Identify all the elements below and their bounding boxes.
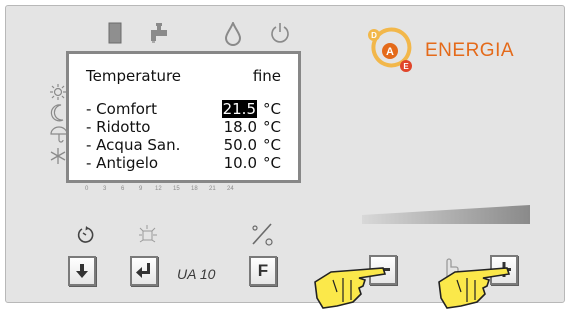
snowflake-icon <box>50 148 66 164</box>
sun-icon <box>50 84 66 100</box>
setpoint-label: - Ridotto <box>86 118 151 136</box>
time-tick: 12 <box>155 186 162 192</box>
setpoint-unit: °C <box>263 118 281 136</box>
time-tick: 21 <box>209 186 216 192</box>
pointing-hand-icon <box>438 267 511 309</box>
arrow-down-icon <box>76 264 88 278</box>
svg-text:A: A <box>386 46 394 58</box>
timer-icon <box>77 226 94 243</box>
down-button[interactable] <box>68 256 96 286</box>
enter-button[interactable] <box>130 256 158 286</box>
level-ramp <box>362 205 530 224</box>
moon-icon <box>50 104 64 122</box>
setpoint-label: - Acqua San. <box>86 136 181 154</box>
water-drop-icon <box>224 22 242 46</box>
time-tick: 24 <box>227 186 234 192</box>
logo-text: ENERGIA <box>425 40 515 61</box>
setpoint-label: - Comfort <box>86 100 157 118</box>
light-icon <box>139 225 157 243</box>
pointing-hand-icon <box>314 267 387 309</box>
time-tick: 15 <box>173 186 180 192</box>
time-tick: 18 <box>191 186 198 192</box>
display-status: fine <box>252 67 281 85</box>
power-icon <box>271 23 289 43</box>
svg-text:E: E <box>403 62 409 71</box>
time-tick: 3 <box>103 186 107 192</box>
setpoint-unit: °C <box>263 100 281 118</box>
enter-icon <box>136 263 150 278</box>
lcd-display: Temperature fine - Comfort 21.5 °C - Rid… <box>66 51 301 183</box>
time-tick: 9 <box>139 186 143 192</box>
setpoint-value: 50.0 <box>223 136 257 154</box>
function-button[interactable]: F <box>249 256 277 286</box>
f-key-label: F <box>257 261 269 280</box>
setpoint-unit: °C <box>263 154 281 172</box>
energia-logo: D A E <box>368 27 412 72</box>
setpoint-value-selected: 21.5 <box>221 100 257 118</box>
faucet-icon <box>151 23 167 43</box>
percent-settings-icon <box>252 223 273 246</box>
setpoint-value: 10.0 <box>223 154 257 172</box>
time-tick: 0 <box>85 186 89 192</box>
setpoint-value: 18.0 <box>223 118 257 136</box>
model-label: UA 10 <box>177 266 216 282</box>
setpoint-unit: °C <box>263 136 281 154</box>
time-tick: 6 <box>121 186 125 192</box>
svg-text:D: D <box>371 31 377 40</box>
book-icon <box>108 22 122 44</box>
display-title: Temperature <box>86 67 182 85</box>
setpoint-label: - Antigelo <box>86 154 159 172</box>
